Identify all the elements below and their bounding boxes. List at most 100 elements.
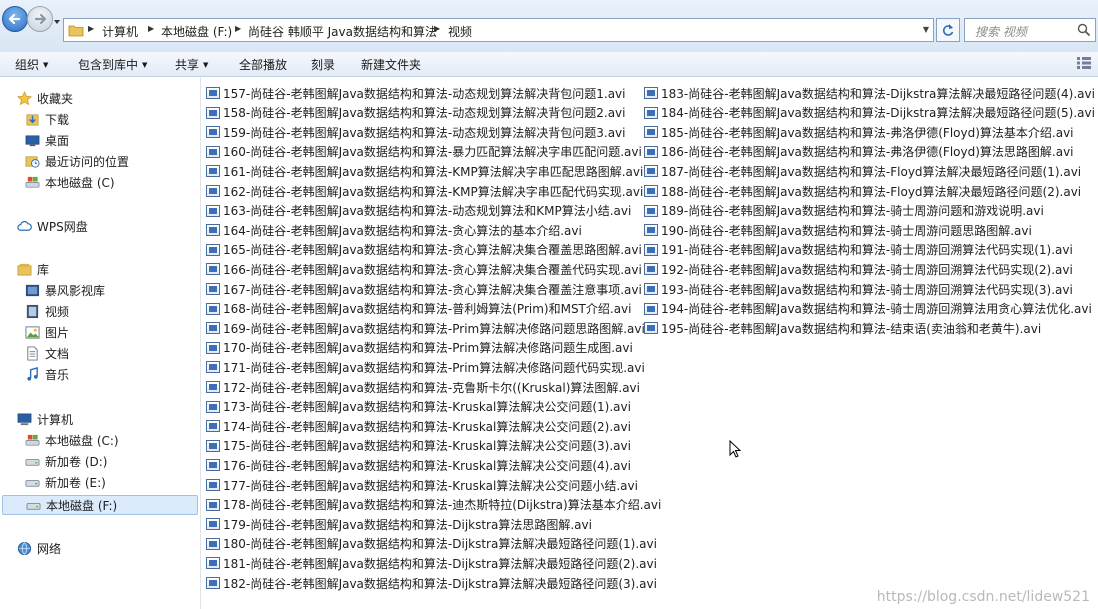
file-item[interactable]: 191-尚硅谷-老韩图解Java数据结构和算法-骑士周游回溯算法代码实现(1).… [644, 241, 1073, 259]
view-options-icon[interactable] [1077, 57, 1091, 69]
sidebar-item-recent-places[interactable]: 最近访问的位置 [24, 151, 129, 171]
file-name: 172-尚硅谷-老韩图解Java数据结构和算法-克鲁斯卡尔((Kruskal)算… [223, 380, 640, 395]
breadcrumb-separator-icon[interactable]: ▶ [88, 24, 94, 33]
file-item[interactable]: 180-尚硅谷-老韩图解Java数据结构和算法-Dijkstra算法解决最短路径… [206, 535, 657, 553]
file-name: 186-尚硅谷-老韩图解Java数据结构和算法-弗洛伊德(Floyd)算法思路图… [661, 145, 1074, 160]
video-file-icon [206, 498, 220, 511]
search-icon[interactable] [1077, 23, 1091, 37]
sidebar-libraries[interactable]: 库 [16, 259, 49, 279]
breadcrumb-course-folder[interactable]: 尚硅谷 韩顺平 Java数据结构和算法 [248, 23, 437, 40]
file-item[interactable]: 194-尚硅谷-老韩图解Java数据结构和算法-骑士周游回溯算法用贪心算法优化.… [644, 300, 1092, 318]
file-item[interactable]: 187-尚硅谷-老韩图解Java数据结构和算法-Floyd算法解决最短路径问题(… [644, 162, 1081, 180]
address-bar[interactable]: ▶ 计算机 ▶ 本地磁盘 (F:) ▶ 尚硅谷 韩顺平 Java数据结构和算法 … [63, 18, 934, 42]
file-item[interactable]: 177-尚硅谷-老韩图解Java数据结构和算法-Kruskal算法解决公交问题小… [206, 476, 638, 494]
file-item[interactable]: 166-尚硅谷-老韩图解Java数据结构和算法-贪心算法解决集合覆盖代码实现.a… [206, 260, 642, 278]
burn-button[interactable]: 刻录 [311, 56, 335, 73]
video-file-icon [206, 87, 220, 99]
breadcrumb-drive-f[interactable]: 本地磁盘 (F:) [161, 23, 232, 40]
file-item[interactable]: 174-尚硅谷-老韩图解Java数据结构和算法-Kruskal算法解决公交问题(… [206, 417, 631, 435]
breadcrumb-separator-icon[interactable]: ▶ [434, 24, 440, 33]
sidebar-item-music[interactable]: 音乐 [24, 364, 69, 384]
file-item[interactable]: 169-尚硅谷-老韩图解Java数据结构和算法-Prim算法解决修路问题思路图解… [206, 319, 645, 337]
file-item[interactable]: 159-尚硅谷-老韩图解Java数据结构和算法-动态规划算法解决背包问题3.av… [206, 123, 625, 141]
sidebar-item-videos[interactable]: 视频 [24, 301, 69, 321]
file-item[interactable]: 161-尚硅谷-老韩图解Java数据结构和算法-KMP算法解决字串匹配思路图解.… [206, 162, 643, 180]
sidebar-item-documents[interactable]: 文档 [24, 343, 69, 363]
file-item[interactable]: 193-尚硅谷-老韩图解Java数据结构和算法-骑士周游回溯算法代码实现(3).… [644, 280, 1073, 298]
file-item[interactable]: 171-尚硅谷-老韩图解Java数据结构和算法-Prim算法解决修路问题代码实现… [206, 358, 645, 376]
video-file-icon [644, 165, 658, 178]
file-name: 175-尚硅谷-老韩图解Java数据结构和算法-Kruskal算法解决公交问题(… [223, 439, 631, 454]
file-item[interactable]: 195-尚硅谷-老韩图解Java数据结构和算法-结束语(卖油翁和老黄牛).avi [644, 319, 1041, 337]
file-item[interactable]: 163-尚硅谷-老韩图解Java数据结构和算法-动态规划算法和KMP算法小结.a… [206, 202, 631, 220]
recent-pages-dropdown-icon[interactable] [53, 18, 61, 26]
sidebar-item-desktop[interactable]: 桌面 [24, 130, 69, 150]
sidebar-item-volume-e[interactable]: 新加卷 (E:) [24, 472, 106, 492]
sidebar-item-local-disk-c-drive[interactable]: 本地磁盘 (C:) [24, 430, 119, 450]
file-item[interactable]: 181-尚硅谷-老韩图解Java数据结构和算法-Dijkstra算法解决最短路径… [206, 554, 657, 572]
breadcrumb-video-folder[interactable]: 视频 [448, 23, 472, 40]
video-file-icon [206, 577, 220, 589]
file-item[interactable]: 176-尚硅谷-老韩图解Java数据结构和算法-Kruskal算法解决公交问题(… [206, 456, 631, 474]
file-item[interactable]: 178-尚硅谷-老韩图解Java数据结构和算法-迪杰斯特拉(Dijkstra)算… [206, 496, 661, 514]
organize-menu[interactable]: 组织 ▼ [15, 56, 48, 73]
sidebar-item-label: 音乐 [45, 367, 70, 382]
sidebar-item-pictures[interactable]: 图片 [24, 322, 69, 342]
back-button[interactable] [2, 6, 28, 32]
file-item[interactable]: 173-尚硅谷-老韩图解Java数据结构和算法-Kruskal算法解决公交问题(… [206, 398, 631, 416]
file-name: 158-尚硅谷-老韩图解Java数据结构和算法-动态规划算法解决背包问题2.av… [223, 106, 626, 121]
file-item[interactable]: 190-尚硅谷-老韩图解Java数据结构和算法-骑士周游问题思路图解.avi [644, 221, 1032, 239]
video-file-icon [206, 106, 220, 119]
sidebar-computer[interactable]: 计算机 [16, 409, 73, 429]
file-item[interactable]: 185-尚硅谷-老韩图解Java数据结构和算法-弗洛伊德(Floyd)算法基本介… [644, 123, 1074, 141]
search-input[interactable]: 搜索 视频 [964, 18, 1096, 42]
file-name: 179-尚硅谷-老韩图解Java数据结构和算法-Dijkstra算法思路图解.a… [223, 517, 592, 532]
sidebar-item-downloads[interactable]: 下载 [24, 109, 69, 129]
file-item[interactable]: 158-尚硅谷-老韩图解Java数据结构和算法-动态规划算法解决背包问题2.av… [206, 104, 625, 122]
file-item[interactable]: 179-尚硅谷-老韩图解Java数据结构和算法-Dijkstra算法思路图解.a… [206, 515, 592, 533]
file-name: 185-尚硅谷-老韩图解Java数据结构和算法-弗洛伊德(Floyd)算法基本介… [661, 125, 1074, 140]
file-name: 160-尚硅谷-老韩图解Java数据结构和算法-暴力匹配算法解决字串匹配问题.a… [223, 145, 642, 160]
file-item[interactable]: 157-尚硅谷-老韩图解Java数据结构和算法-动态规划算法解决背包问题1.av… [206, 84, 625, 102]
refresh-button[interactable] [936, 18, 960, 42]
sidebar-item-storm-video-library[interactable]: 暴风影视库 [24, 280, 105, 300]
file-item[interactable]: 182-尚硅谷-老韩图解Java数据结构和算法-Dijkstra算法解决最短路径… [206, 574, 657, 592]
sidebar-item-local-disk-c[interactable]: 本地磁盘 (C) [24, 172, 115, 192]
file-item[interactable]: 172-尚硅谷-老韩图解Java数据结构和算法-克鲁斯卡尔((Kruskal)算… [206, 378, 640, 396]
breadcrumb-computer[interactable]: 计算机 [102, 23, 138, 40]
file-item[interactable]: 168-尚硅谷-老韩图解Java数据结构和算法-普利姆算法(Prim)和MST介… [206, 300, 632, 318]
forward-button[interactable] [27, 6, 53, 32]
sidebar-item-volume-d[interactable]: 新加卷 (D:) [24, 451, 107, 471]
sidebar-network[interactable]: 网络 [16, 538, 61, 558]
share-menu[interactable]: 共享 ▼ [175, 56, 208, 73]
file-item[interactable]: 164-尚硅谷-老韩图解Java数据结构和算法-贪心算法的基本介绍.avi [206, 221, 582, 239]
file-item[interactable]: 167-尚硅谷-老韩图解Java数据结构和算法-贪心算法解决集合覆盖注意事项.a… [206, 280, 642, 298]
file-item[interactable]: 165-尚硅谷-老韩图解Java数据结构和算法-贪心算法解决集合覆盖思路图解.a… [206, 241, 642, 259]
sidebar-favorites[interactable]: 收藏夹 [16, 88, 73, 108]
file-item[interactable]: 186-尚硅谷-老韩图解Java数据结构和算法-弗洛伊德(Floyd)算法思路图… [644, 143, 1074, 161]
file-name: 176-尚硅谷-老韩图解Java数据结构和算法-Kruskal算法解决公交问题(… [223, 458, 631, 473]
file-item[interactable]: 189-尚硅谷-老韩图解Java数据结构和算法-骑士周游问题和游戏说明.avi [644, 202, 1044, 220]
include-in-library-menu[interactable]: 包含到库中 ▼ [78, 56, 147, 73]
file-item[interactable]: 183-尚硅谷-老韩图解Java数据结构和算法-Dijkstra算法解决最短路径… [644, 84, 1095, 102]
sidebar-wps-cloud[interactable]: WPS网盘 [16, 216, 88, 236]
file-item[interactable]: 192-尚硅谷-老韩图解Java数据结构和算法-骑士周游回溯算法代码实现(2).… [644, 260, 1073, 278]
file-item[interactable]: 175-尚硅谷-老韩图解Java数据结构和算法-Kruskal算法解决公交问题(… [206, 437, 631, 455]
new-folder-button[interactable]: 新建文件夹 [361, 56, 421, 73]
sidebar-wps-label: WPS网盘 [37, 219, 88, 234]
desktop-icon [24, 132, 40, 148]
sidebar-item-local-disk-f[interactable]: 本地磁盘 (F:) [2, 495, 198, 515]
picture-icon [24, 324, 40, 340]
file-name: 164-尚硅谷-老韩图解Java数据结构和算法-贪心算法的基本介绍.avi [223, 223, 582, 238]
file-item[interactable]: 184-尚硅谷-老韩图解Java数据结构和算法-Dijkstra算法解决最短路径… [644, 104, 1095, 122]
breadcrumb-separator-icon[interactable]: ▶ [148, 24, 154, 33]
file-item[interactable]: 188-尚硅谷-老韩图解Java数据结构和算法-Floyd算法解决最短路径问题(… [644, 182, 1081, 200]
file-item[interactable]: 162-尚硅谷-老韩图解Java数据结构和算法-KMP算法解决字串匹配代码实现.… [206, 182, 643, 200]
breadcrumb-separator-icon[interactable]: ▶ [235, 24, 241, 33]
file-item[interactable]: 170-尚硅谷-老韩图解Java数据结构和算法-Prim算法解决修路问题生成图.… [206, 339, 633, 357]
address-history-dropdown-icon[interactable]: ▼ [923, 25, 929, 34]
music-note-icon [24, 366, 40, 382]
file-item[interactable]: 160-尚硅谷-老韩图解Java数据结构和算法-暴力匹配算法解决字串匹配问题.a… [206, 143, 642, 161]
play-all-button[interactable]: 全部播放 [239, 56, 287, 73]
recent-places-icon [24, 153, 40, 169]
